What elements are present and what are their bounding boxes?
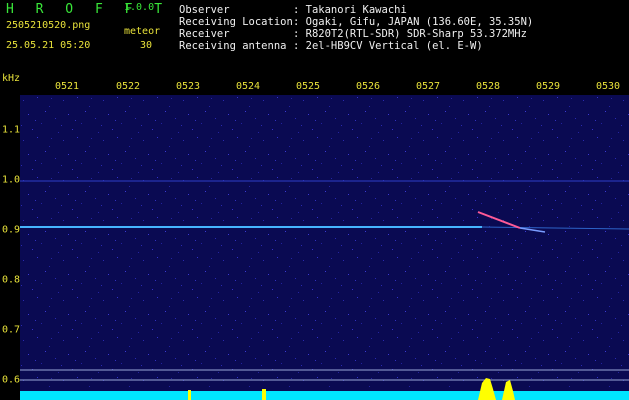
spectrogram: [20, 95, 629, 400]
info-value: : Takanori Kawachi: [293, 4, 407, 16]
hrofft-window: H R O F F T 1.0.0 2505210520.png 25.05.2…: [0, 0, 629, 400]
noise-floor: [20, 95, 629, 400]
info-key: Receiving antenna: [179, 40, 287, 52]
info-observer: Observer : Takanori Kawachi: [179, 5, 407, 16]
info-antenna: Receiving antenna : 2el-HB9CV Vertical (e…: [179, 41, 483, 52]
info-key: Observer: [179, 4, 230, 16]
time-tick: 0524: [235, 81, 261, 92]
activity-band: [20, 391, 629, 400]
info-receiver: Receiver : R820T2(RTL-SDR) SDR-Sharp 53.3…: [179, 29, 527, 40]
time-tick: 0522: [115, 81, 141, 92]
capture-datetime: 25.05.21 05:20: [6, 40, 91, 51]
info-key: Receiver: [179, 28, 230, 40]
freq-tick: 0.6: [2, 374, 21, 386]
meteor-count: 30: [140, 40, 153, 51]
app-version: 1.0.0: [124, 2, 155, 13]
time-tick: 0526: [355, 81, 381, 92]
activity-peak: [188, 390, 191, 400]
time-tick: 0527: [415, 81, 441, 92]
activity-peak: [262, 389, 266, 400]
info-location: Receiving Location: Ogaki, Gifu, JAPAN (…: [179, 17, 533, 28]
meteor-label: meteor: [124, 26, 161, 37]
info-value: : R820T2(RTL-SDR) SDR-Sharp 53.372MHz: [293, 28, 527, 40]
info-value: : 2el-HB9CV Vertical (el. E-W): [293, 40, 483, 52]
freq-tick: 1.0: [2, 174, 21, 186]
time-tick: 0528: [475, 81, 501, 92]
info-value: : Ogaki, Gifu, JAPAN (136.60E, 35.35N): [293, 16, 534, 28]
time-tick: 0523: [175, 81, 201, 92]
y-axis-unit: kHz: [2, 73, 21, 84]
time-tick: 0525: [295, 81, 321, 92]
info-key: Receiving Location: [179, 16, 293, 28]
time-tick: 0530: [595, 81, 621, 92]
freq-tick: 0.7: [2, 324, 21, 336]
freq-tick: 0.9: [2, 224, 21, 236]
freq-tick: 1.1: [2, 124, 21, 136]
freq-tick: 0.8: [2, 274, 21, 286]
time-tick: 0521: [54, 81, 80, 92]
time-tick: 0529: [535, 81, 561, 92]
file-name: 2505210520.png: [6, 20, 91, 31]
